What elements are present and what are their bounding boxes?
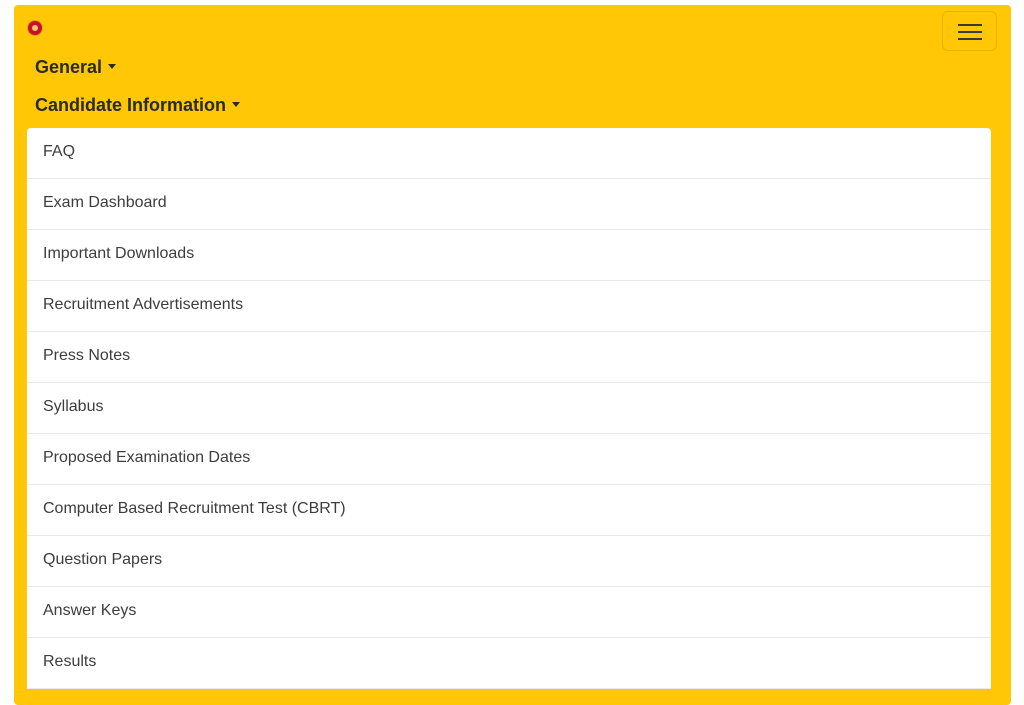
menu-item-results[interactable]: Results <box>27 638 991 689</box>
menu-item-press-notes[interactable]: Press Notes <box>27 332 991 383</box>
menu-item-proposed-examination-dates[interactable]: Proposed Examination Dates <box>27 434 991 485</box>
candidate-information-dropdown-label: Candidate Information <box>35 95 227 115</box>
navbar: General Candidate Information FAQ Exam D… <box>14 5 1011 705</box>
hamburger-icon <box>958 38 982 40</box>
candidate-information-dropdown[interactable]: Candidate Information <box>35 95 241 116</box>
caret-down-icon <box>108 64 117 69</box>
menu-item-exam-dashboard[interactable]: Exam Dashboard <box>27 179 991 230</box>
menu-item-syllabus[interactable]: Syllabus <box>27 383 991 434</box>
caret-down-icon <box>232 102 241 107</box>
candidate-information-menu: FAQ Exam Dashboard Important Downloads R… <box>27 128 991 689</box>
general-dropdown-label: General <box>35 57 103 77</box>
menu-item-cbrt[interactable]: Computer Based Recruitment Test (CBRT) <box>27 485 991 536</box>
menu-item-answer-keys[interactable]: Answer Keys <box>27 587 991 638</box>
hamburger-icon <box>958 24 982 26</box>
menu-item-recruitment-advertisements[interactable]: Recruitment Advertisements <box>27 281 991 332</box>
menu-toggle-button[interactable] <box>942 11 997 51</box>
menu-item-important-downloads[interactable]: Important Downloads <box>27 230 991 281</box>
general-dropdown[interactable]: General <box>35 57 117 78</box>
emblem-logo[interactable] <box>28 21 42 35</box>
hamburger-icon <box>958 31 982 33</box>
menu-item-faq[interactable]: FAQ <box>27 128 991 179</box>
menu-item-question-papers[interactable]: Question Papers <box>27 536 991 587</box>
